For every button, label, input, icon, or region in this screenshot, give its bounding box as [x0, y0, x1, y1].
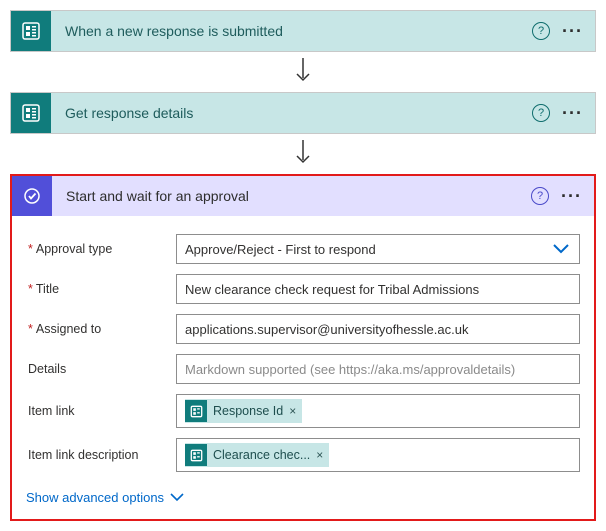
token-remove-icon[interactable]: × [316, 448, 323, 462]
card-header[interactable]: Start and wait for an approval ? ··· [12, 176, 594, 216]
step-title: Start and wait for an approval [52, 188, 531, 204]
forms-trigger-card[interactable]: When a new response is submitted ? ··· [10, 10, 596, 52]
forms-icon [185, 400, 207, 422]
label-item-link: Item link [26, 404, 176, 418]
item-link-input[interactable]: Response Id × [176, 394, 580, 428]
title-input[interactable]: New clearance check request for Tribal A… [176, 274, 580, 304]
help-icon[interactable]: ? [531, 187, 549, 205]
token-clearance-check[interactable]: Clearance chec... × [185, 443, 329, 467]
help-icon[interactable]: ? [532, 104, 550, 122]
arrow-connector [293, 58, 313, 86]
show-advanced-options-link[interactable]: Show advanced options [26, 490, 184, 505]
approval-icon [12, 176, 52, 216]
approval-body: *Approval type Approve/Reject - First to… [12, 216, 594, 519]
item-link-desc-input[interactable]: Clearance chec... × [176, 438, 580, 472]
more-menu-icon[interactable]: ··· [562, 22, 583, 40]
token-remove-icon[interactable]: × [289, 404, 296, 418]
token-response-id[interactable]: Response Id × [185, 399, 302, 423]
chevron-down-icon [553, 244, 569, 254]
forms-icon [11, 11, 51, 51]
card-header: Get response details ? ··· [11, 93, 595, 133]
more-menu-icon[interactable]: ··· [562, 104, 583, 122]
label-title: *Title [26, 282, 176, 296]
arrow-connector [293, 140, 313, 168]
approval-type-value: Approve/Reject - First to respond [185, 242, 376, 257]
step-title: Get response details [51, 105, 532, 121]
label-details: Details [26, 362, 176, 376]
step-title: When a new response is submitted [51, 23, 532, 39]
card-header: When a new response is submitted ? ··· [11, 11, 595, 51]
more-menu-icon[interactable]: ··· [561, 187, 582, 205]
approval-type-select[interactable]: Approve/Reject - First to respond [176, 234, 580, 264]
assigned-to-input[interactable]: applications.supervisor@universityofhess… [176, 314, 580, 344]
forms-icon [11, 93, 51, 133]
help-icon[interactable]: ? [532, 22, 550, 40]
forms-icon [185, 444, 207, 466]
forms-action-card[interactable]: Get response details ? ··· [10, 92, 596, 134]
label-item-link-desc: Item link description [26, 448, 176, 462]
details-input[interactable]: Markdown supported (see https://aka.ms/a… [176, 354, 580, 384]
chevron-down-icon [170, 493, 184, 502]
label-assigned-to: *Assigned to [26, 322, 176, 336]
approval-card: Start and wait for an approval ? ··· *Ap… [10, 174, 596, 521]
label-approval-type: *Approval type [26, 242, 176, 256]
